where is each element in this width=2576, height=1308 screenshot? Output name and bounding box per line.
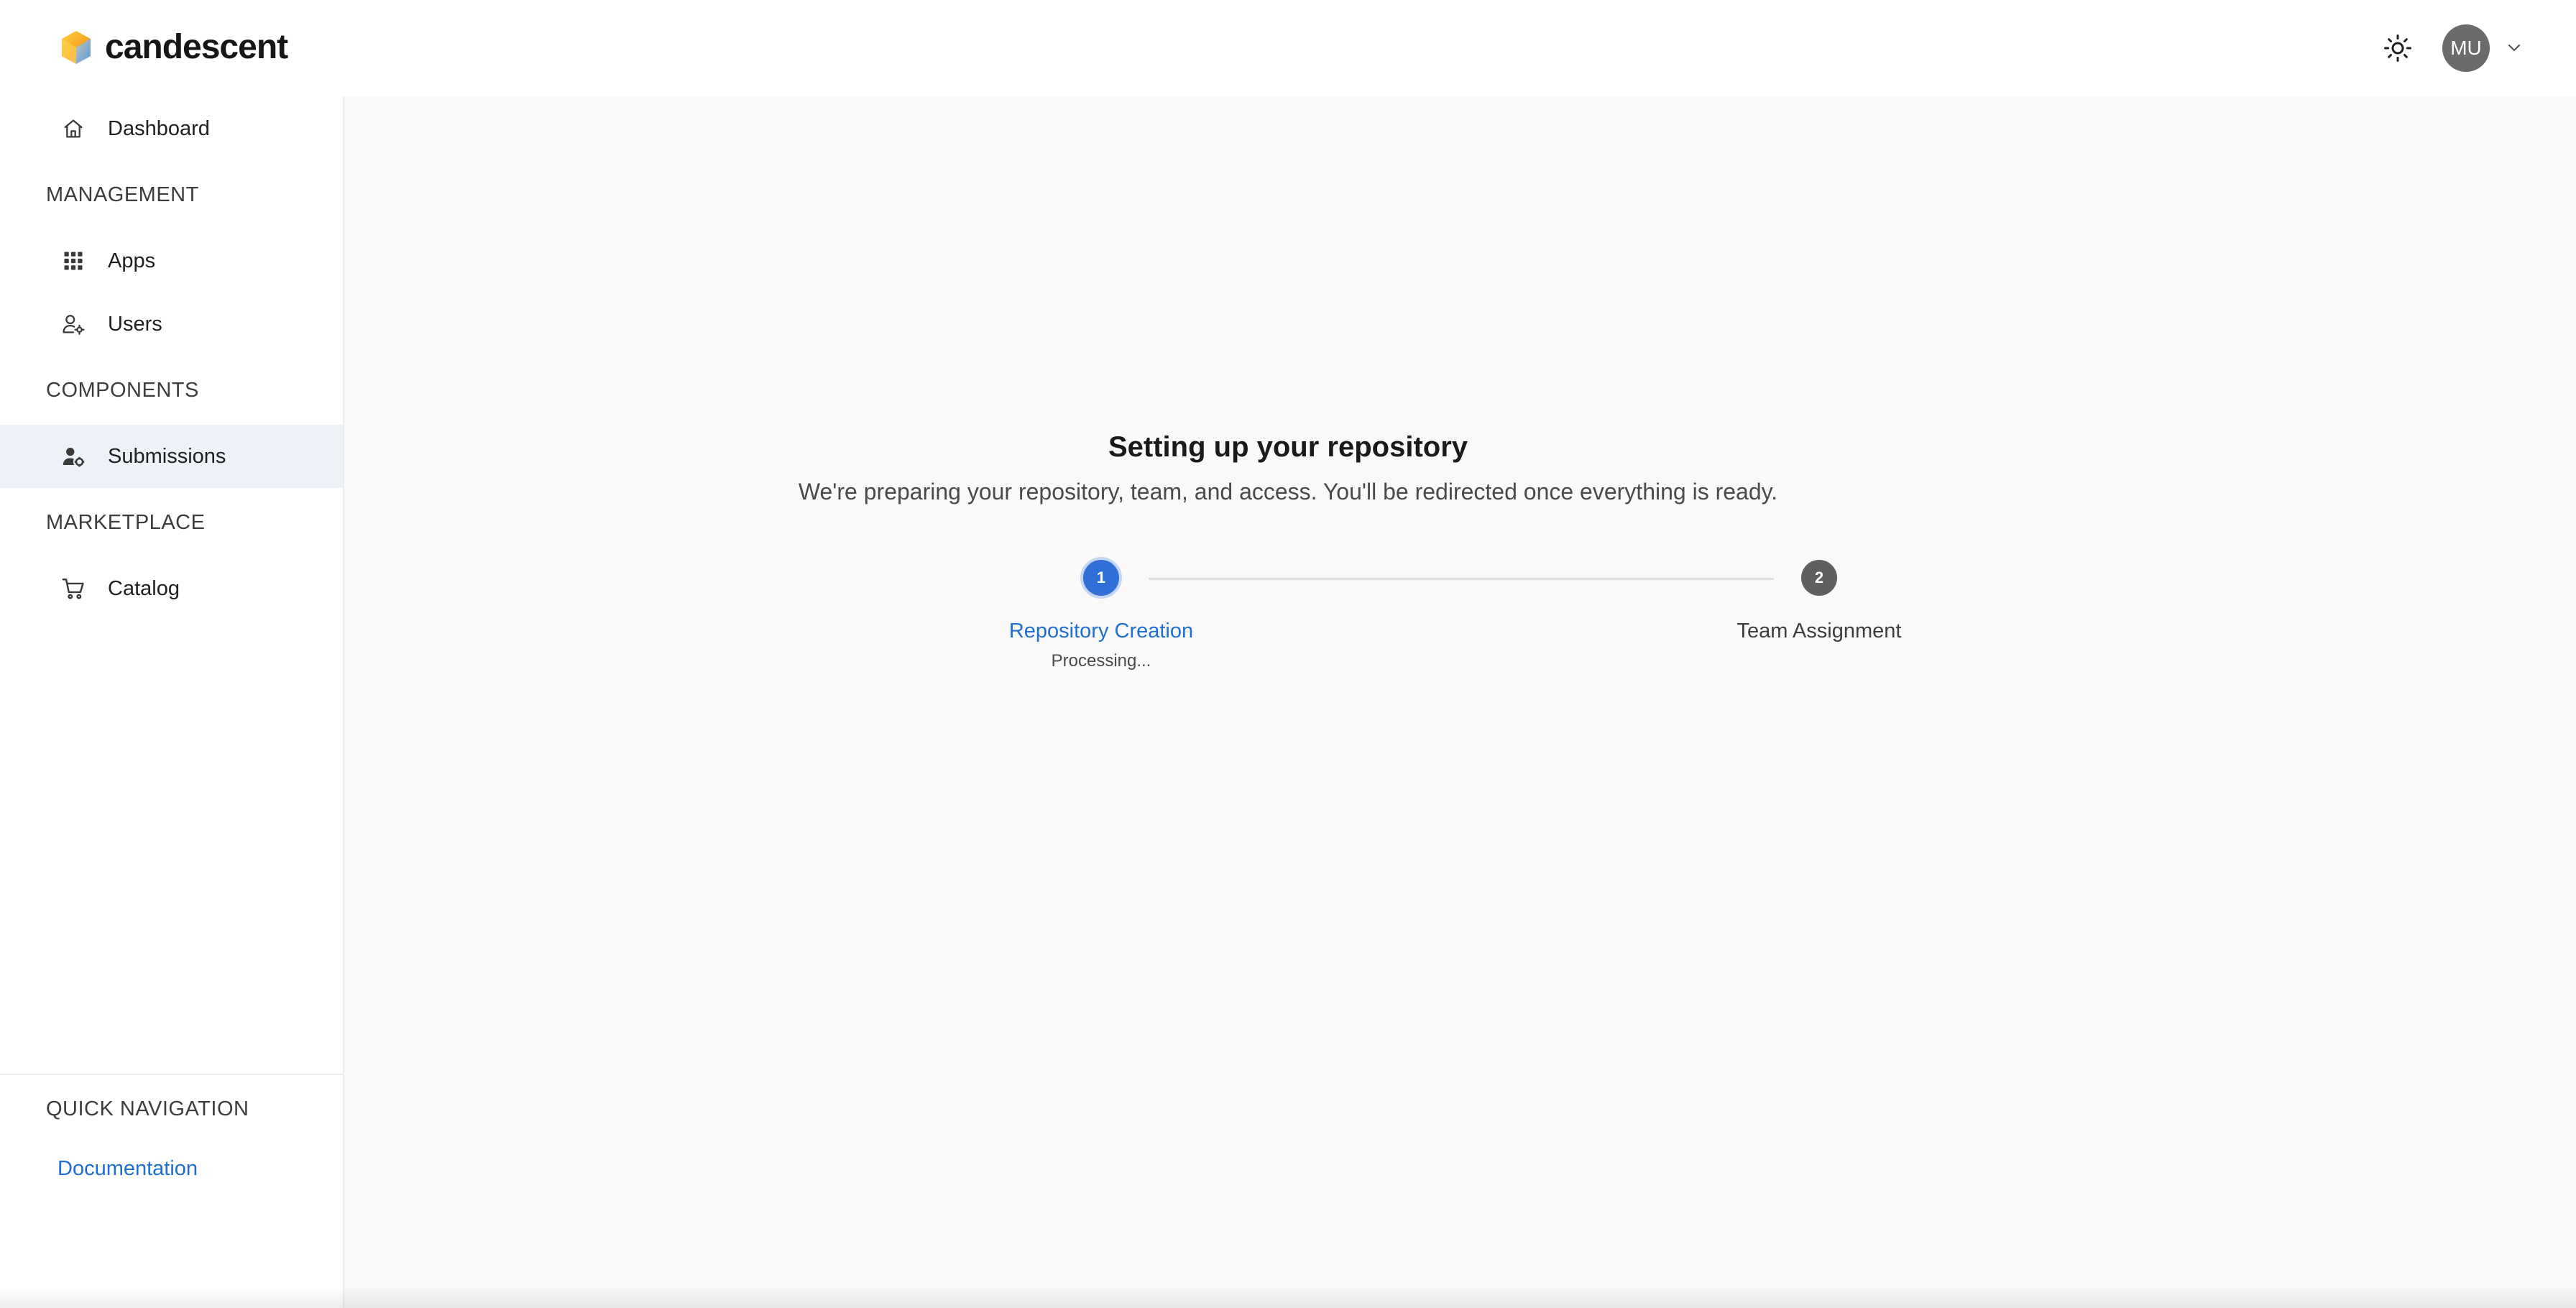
cart-icon	[60, 576, 86, 602]
sidebar-item-label: Dashboard	[108, 117, 210, 140]
brand[interactable]: candescent	[60, 26, 288, 69]
home-icon	[60, 116, 86, 142]
brand-name: candescent	[105, 28, 288, 66]
grid-icon	[60, 248, 86, 274]
user-avatar[interactable]: MU	[2442, 24, 2490, 72]
documentation-link[interactable]: Documentation	[58, 1157, 198, 1181]
step-2-indicator[interactable]: 2	[1801, 560, 1837, 596]
account-menu-button[interactable]	[2504, 40, 2524, 57]
candescent-logo-icon	[62, 31, 91, 64]
top-header: candescent MU	[0, 0, 2576, 96]
chevron-down-icon	[2508, 44, 2521, 52]
step-2-label: Team Assignment	[1736, 620, 1902, 643]
main-content	[344, 96, 2576, 1308]
sidebar-item-label: Users	[108, 313, 162, 336]
bottom-edge-shadow	[0, 1286, 2576, 1308]
page-title: Setting up your repository	[1108, 431, 1468, 463]
sidebar-item-users[interactable]: Users	[0, 293, 343, 356]
sidebar-item-catalog[interactable]: Catalog	[0, 557, 343, 620]
sidebar-item-label: Apps	[108, 249, 156, 272]
sun-icon	[2384, 34, 2411, 62]
page-subtitle: We're preparing your repository, team, a…	[798, 479, 1778, 505]
sidebar-item-apps[interactable]: Apps	[0, 229, 343, 293]
step-1-label: Repository Creation	[1008, 620, 1194, 643]
step-1-indicator[interactable]: 1	[1083, 560, 1119, 596]
theme-toggle-button[interactable]	[2382, 32, 2414, 64]
step-1-status: Processing...	[1051, 651, 1151, 671]
sidebar-item-label: Catalog	[108, 577, 180, 600]
stepper-connector	[1149, 578, 1774, 580]
sidebar-item-dashboard[interactable]: Dashboard	[0, 97, 343, 160]
user-settings-icon	[60, 311, 86, 337]
